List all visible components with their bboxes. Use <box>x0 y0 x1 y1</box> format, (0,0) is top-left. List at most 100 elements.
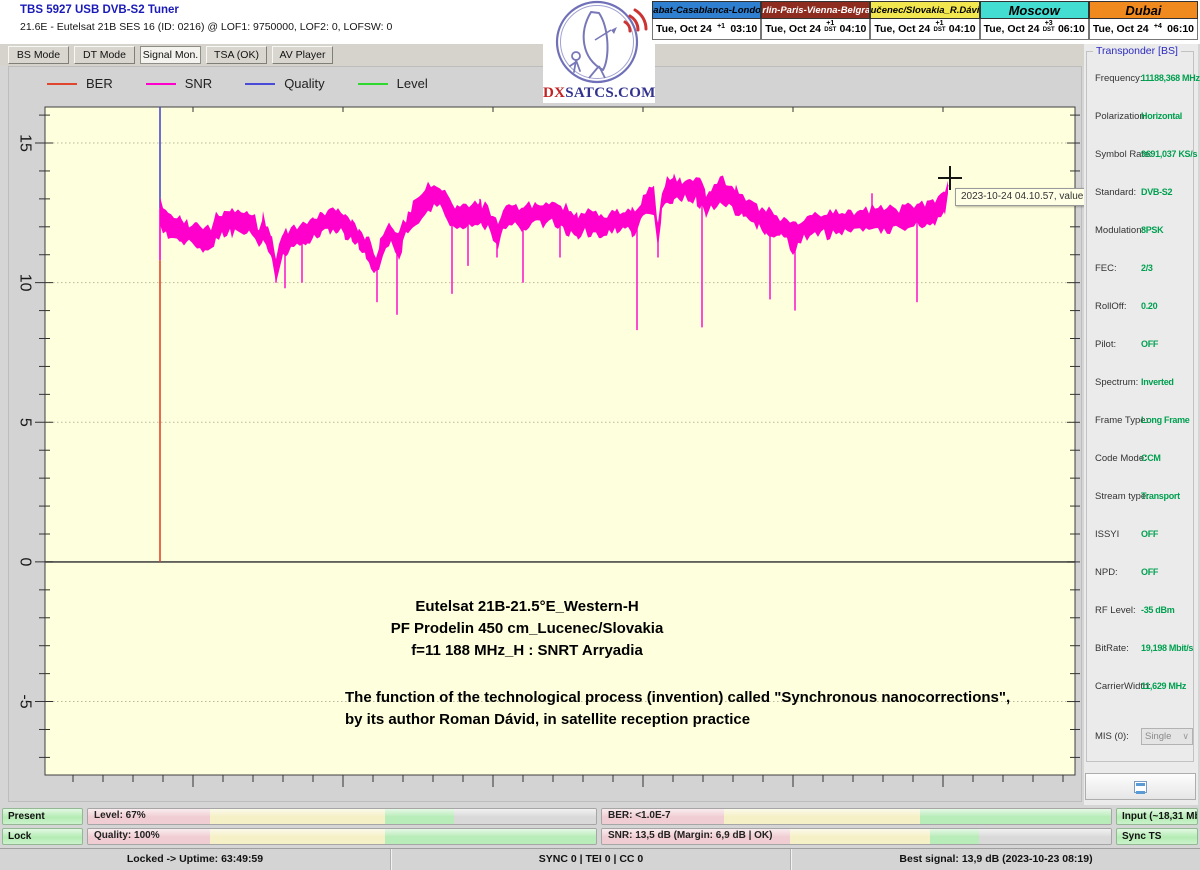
clock-dst-flag: DST <box>824 27 836 33</box>
field-value: 11,629 MHz <box>1141 681 1186 691</box>
mis-label: MIS (0): <box>1095 731 1141 742</box>
field-value: Horizontal <box>1141 111 1182 121</box>
transponder-field-4: Modulation:8PSK <box>1095 225 1195 236</box>
field-value: Transport <box>1141 491 1180 501</box>
status-lock-uptime: Locked -> Uptime: 63:49:59 <box>0 849 390 870</box>
clock-city-label: Berlin-Paris-Vienna-Belgrade <box>761 1 870 19</box>
field-label: Code Mode: <box>1095 453 1141 464</box>
ber-bar-segment <box>724 809 920 824</box>
clock-date: Tue, Oct 24 <box>984 23 1040 35</box>
snr-bar-segment <box>979 829 1111 844</box>
transponder-field-12: ISSYIOFF <box>1095 529 1195 540</box>
clock-utc-offset: +3 <box>1045 20 1053 27</box>
transponder-field-0: Frequency:11188,368 MHz <box>1095 73 1195 84</box>
clock-date: Tue, Oct 24 <box>656 23 712 35</box>
tab-tsa-ok-[interactable]: TSA (OK) <box>206 46 267 64</box>
level-bar-label: Level: 67% <box>94 810 146 821</box>
transponder-field-7: Pilot:OFF <box>1095 339 1195 350</box>
transponder-field-3: Standard:DVB-S2 <box>1095 187 1195 198</box>
field-label: RF Level: <box>1095 605 1141 616</box>
ber-bar-segment <box>920 809 1111 824</box>
tab-bar: BS Mode DT Mode Signal Mon. TSA (OK) AV Play… <box>0 44 1084 66</box>
field-value: Long Frame <box>1141 415 1190 425</box>
quality-bar-label: Quality: 100% <box>94 830 160 841</box>
logo-text: DXSATCS.COM <box>543 85 655 102</box>
annotation-line: PF Prodelin 450 cm_Lucenec/Slovakia <box>317 618 737 640</box>
field-value: Inverted <box>1141 377 1174 387</box>
transponder-field-14: RF Level:-35 dBm <box>1095 605 1195 616</box>
sync-ts-indicator: Sync TS <box>1116 828 1198 845</box>
clock-date: Tue, Oct 24 <box>1093 23 1149 35</box>
clock-4: DubaiTue, Oct 24+406:10 <box>1089 1 1198 41</box>
clock-time: Tue, Oct 24+1DST04:10 <box>870 19 979 40</box>
clock-date: Tue, Oct 24 <box>765 23 821 35</box>
annotation-line: f=11 188 MHz_H : SNRT Arryadia <box>317 640 737 662</box>
field-label: RollOff: <box>1095 301 1141 312</box>
field-value: 11188,368 MHz <box>1141 73 1200 83</box>
field-value: 19,198 Mbit/s <box>1141 643 1193 653</box>
transponder-field-5: FEC:2/3 <box>1095 263 1195 274</box>
window-title: TBS 5927 USB DVB-S2 Tuner <box>20 4 179 16</box>
field-label: Standard: <box>1095 187 1141 198</box>
transponder-field-6: RollOff:0.20 <box>1095 301 1195 312</box>
tab-bs-mode[interactable]: BS Mode <box>8 46 69 64</box>
clock-utc-offset: +1 <box>936 20 944 27</box>
svg-text:15: 15 <box>17 134 34 152</box>
field-value: CCM <box>1141 453 1161 463</box>
list-icon <box>1134 781 1147 793</box>
clock-dst-flag: DST <box>1043 27 1055 33</box>
tab-signal-mon-[interactable]: Signal Mon. <box>140 46 201 64</box>
clock-utc-offset: +4 <box>1154 23 1162 30</box>
chevron-down-icon: ∨ <box>1182 732 1189 741</box>
field-label: BitRate: <box>1095 643 1141 654</box>
level-bar-segment <box>454 809 596 824</box>
field-label: Stream type: <box>1095 491 1141 502</box>
indicator-row-2: Lock Quality: 100% SNR: 13,5 dB (Margin:… <box>0 828 1200 845</box>
clock-0: Rabat-Casablanca-LondonTue, Oct 24+103:1… <box>652 1 761 41</box>
transponder-field-9: Frame Type:Long Frame <box>1095 415 1195 426</box>
mis-row: MIS (0): Single ∨ <box>1095 728 1195 745</box>
satellite-dish-icon <box>549 0 649 84</box>
clock-city-label: Moscow <box>980 1 1089 19</box>
mis-dropdown[interactable]: Single ∨ <box>1141 728 1193 745</box>
transponder-field-2: Symbol Rate:9691,037 KS/s <box>1095 149 1195 160</box>
quality-bar-segment <box>385 829 596 844</box>
clock-2: Lučenec/Slovakia_R.DávidTue, Oct 24+1DST… <box>870 1 979 41</box>
svg-text:10: 10 <box>17 274 34 292</box>
field-label: FEC: <box>1095 263 1141 274</box>
tab-av-player[interactable]: AV Player <box>272 46 333 64</box>
status-bar: Locked -> Uptime: 63:49:59 SYNC 0 | TEI … <box>0 848 1200 870</box>
clock-1: Berlin-Paris-Vienna-BelgradeTue, Oct 24+… <box>761 1 870 41</box>
transponder-field-16: CarrierWidth:11,629 MHz <box>1095 681 1195 692</box>
transponder-groupbox: Transponder [BS] Frequency:11188,368 MHz… <box>1086 51 1194 762</box>
dxsatcs-logo: DXSATCS.COM <box>543 0 655 103</box>
lock-indicator: Lock <box>2 828 83 845</box>
field-value: OFF <box>1141 339 1158 349</box>
clock-time: Tue, Oct 24+3DST06:10 <box>980 19 1089 40</box>
field-value: 0.20 <box>1141 301 1157 311</box>
field-label: Pilot: <box>1095 339 1141 350</box>
field-value: 8PSK <box>1141 225 1163 235</box>
field-label: Frequency: <box>1095 73 1141 84</box>
field-value: OFF <box>1141 567 1158 577</box>
tab-dt-mode[interactable]: DT Mode <box>74 46 135 64</box>
world-clocks: Rabat-Casablanca-LondonTue, Oct 24+103:1… <box>652 1 1198 41</box>
svg-text:5: 5 <box>17 418 34 427</box>
field-label: Symbol Rate: <box>1095 149 1141 160</box>
snr-bar-label: SNR: 13,5 dB (Margin: 6,9 dB | OK) <box>608 830 772 841</box>
clock-date: Tue, Oct 24 <box>874 23 930 35</box>
quality-bar-segment <box>210 829 385 844</box>
footnote-line: by its author Roman Dávid, in satellite … <box>345 709 1055 731</box>
clock-time: Tue, Oct 24+406:10 <box>1089 19 1198 40</box>
transponder-field-15: BitRate:19,198 Mbit/s <box>1095 643 1195 654</box>
ber-bar: BER: <1.0E-7 <box>601 808 1112 825</box>
field-label: ISSYI <box>1095 529 1141 540</box>
svg-text:-5: -5 <box>17 694 34 708</box>
transponder-field-11: Stream type:Transport <box>1095 491 1195 502</box>
snr-bar: SNR: 13,5 dB (Margin: 6,9 dB | OK) <box>601 828 1112 845</box>
clock-3: MoscowTue, Oct 24+3DST06:10 <box>980 1 1089 41</box>
sidebar-scroll-button[interactable] <box>1085 773 1196 800</box>
snr-bar-segment <box>790 829 930 844</box>
transponder-field-13: NPD:OFF <box>1095 567 1195 578</box>
field-value: 9691,037 KS/s <box>1141 149 1197 159</box>
